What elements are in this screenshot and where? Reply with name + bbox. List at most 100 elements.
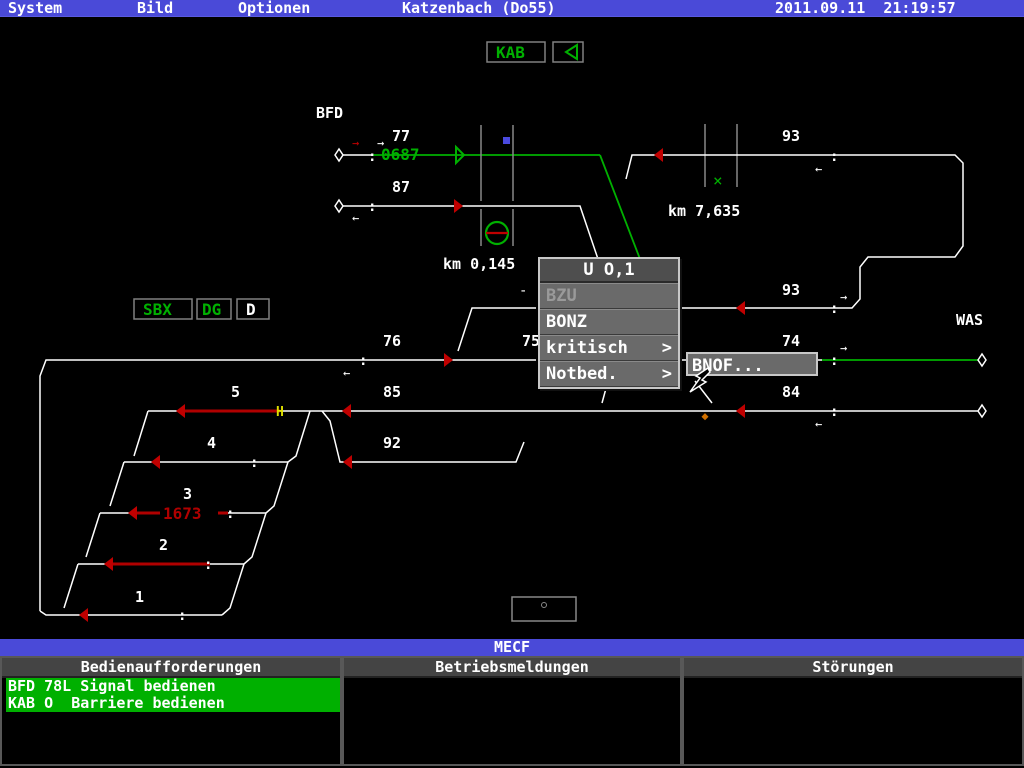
yard-ladder [287, 410, 311, 463]
signal-92-icon[interactable] [343, 455, 352, 469]
marker-h: H [276, 405, 284, 420]
menu-bar: System Bild Optionen Katzenbach (Do55) 2… [0, 0, 1024, 16]
train-number-green[interactable]: 0687 [381, 145, 420, 164]
panel-bedienaufforderungen: Bedienaufforderungen BFD 78L Signal bedi… [0, 656, 342, 766]
signal-87-icon[interactable] [454, 199, 463, 213]
track-number-76: 76 [383, 332, 401, 350]
menu-item-label: kritisch [546, 338, 628, 358]
menu-item-kritisch[interactable]: kritisch > [540, 335, 678, 361]
track-number-4: 4 [207, 434, 216, 452]
context-menu-header: U O,1 [540, 259, 678, 283]
axle-counter-icon: : [368, 149, 376, 165]
menu-optionen[interactable]: Optionen [238, 0, 310, 16]
axle-counter-icon: : [359, 353, 367, 369]
submenu-arrow-icon: > [661, 364, 672, 384]
track-number-5: 5 [231, 383, 240, 401]
track-end-84 [977, 403, 987, 419]
signal-76-icon[interactable] [444, 353, 453, 367]
menu-system[interactable]: System [8, 0, 62, 16]
yard-ladder-left [85, 512, 101, 558]
kab-arrow-icon [564, 43, 578, 61]
axle-counter-icon: : [250, 455, 258, 471]
track-stub-mark: - [519, 283, 527, 299]
menu-item-bonz[interactable]: BONZ [540, 309, 678, 335]
panel-title: Betriebsmeldungen [344, 658, 680, 678]
crossing-x-icon[interactable]: × [713, 171, 723, 190]
signal-2-icon[interactable] [104, 557, 113, 571]
control-box[interactable] [511, 596, 577, 622]
menu-item-bzu[interactable]: BZU [540, 283, 678, 309]
crossing-status-icon [503, 137, 510, 144]
d-label: D [246, 300, 256, 319]
track-76[interactable] [39, 359, 536, 611]
sbx-label: SBX [143, 300, 172, 319]
track-92[interactable] [321, 410, 525, 463]
track-number-3: 3 [183, 485, 192, 503]
axle-counter-icon: : [830, 353, 838, 369]
panel-title: Bedienaufforderungen [2, 658, 340, 678]
menu-bild[interactable]: Bild [137, 0, 173, 16]
track-1[interactable] [39, 610, 222, 616]
track-end-87 [334, 198, 344, 214]
km-label-left: km 0,145 [443, 255, 515, 273]
signal-84-icon[interactable] [736, 404, 745, 418]
track-number-92: 92 [383, 434, 401, 452]
arrow-red-icon: → [352, 136, 359, 150]
kab-signal-box[interactable] [552, 41, 584, 63]
message-item[interactable]: BFD 78L Signal bedienen [6, 678, 340, 695]
track-number-1: 1 [135, 588, 144, 606]
window-title: Katzenbach (Do55) [402, 0, 556, 17]
panel-title: Störungen [684, 658, 1022, 678]
station-bfd: BFD [316, 104, 343, 122]
menu-item-label: BZU [546, 286, 577, 306]
signal-4-icon[interactable] [151, 455, 160, 469]
track-number-84: 84 [782, 383, 800, 401]
context-menu: U O,1 BZU BONZ kritisch > Notbed. > [538, 257, 680, 389]
axle-counter-icon: : [178, 608, 186, 624]
track-number-93a: 93 [782, 127, 800, 145]
submenu-arrow-icon: > [661, 338, 672, 358]
track-number-2: 2 [159, 536, 168, 554]
control-dot-icon [541, 602, 547, 608]
track-end-74 [977, 352, 987, 368]
axle-counter-icon: : [830, 149, 838, 165]
arrow-left-icon: ← [343, 366, 350, 380]
panel-betriebsmeldungen: Betriebsmeldungen [342, 656, 682, 766]
yard-ladder [221, 563, 245, 616]
track-diagram: KAB SBX DG D BFD WAS 0687 77 → → : 87 : … [0, 16, 1024, 639]
track-number-74: 74 [782, 332, 800, 350]
mouse-cursor-icon [689, 366, 711, 393]
axle-counter-icon: : [368, 199, 376, 215]
route-diagonal [599, 154, 641, 260]
arrow-right-icon: → [840, 341, 847, 355]
message-item[interactable]: KAB O Barriere bedienen [6, 695, 340, 712]
menu-item-label: Notbed. [546, 364, 618, 384]
panel-stoerungen: Störungen [682, 656, 1024, 766]
menu-item-notbed[interactable]: Notbed. > [540, 361, 678, 387]
yard-ladder-left [109, 461, 125, 507]
track-end-77 [334, 147, 344, 163]
arrow-right-icon: → [840, 290, 847, 304]
signal-93b-icon[interactable] [736, 301, 745, 315]
switch-marker-icon [701, 413, 709, 421]
yard-ladder-left [63, 563, 79, 609]
track-87[interactable] [343, 205, 599, 260]
axle-counter-icon: : [830, 301, 838, 317]
train-number-red[interactable]: 1673 [163, 504, 202, 523]
arrow-left-icon: ← [352, 211, 359, 225]
signal-5-icon[interactable] [176, 404, 185, 418]
yard-ladder-left [133, 410, 149, 457]
signal-85-icon[interactable] [342, 404, 351, 418]
status-bar-title: MECF [0, 639, 1024, 656]
signal-93-icon[interactable] [654, 148, 663, 162]
yard-ladder [265, 461, 289, 514]
track-number-85: 85 [383, 383, 401, 401]
arrow-left-icon: ← [815, 162, 822, 176]
track-number-77: 77 [392, 127, 410, 145]
arrow-left-icon: ← [815, 417, 822, 431]
signal-1-icon[interactable] [79, 608, 88, 622]
dg-label: DG [202, 300, 221, 319]
track-plan-svg: KAB SBX DG D BFD WAS 0687 77 → → : 87 : … [39, 41, 987, 624]
axle-counter-icon: : [226, 506, 234, 522]
signal-3-icon[interactable] [128, 506, 137, 520]
